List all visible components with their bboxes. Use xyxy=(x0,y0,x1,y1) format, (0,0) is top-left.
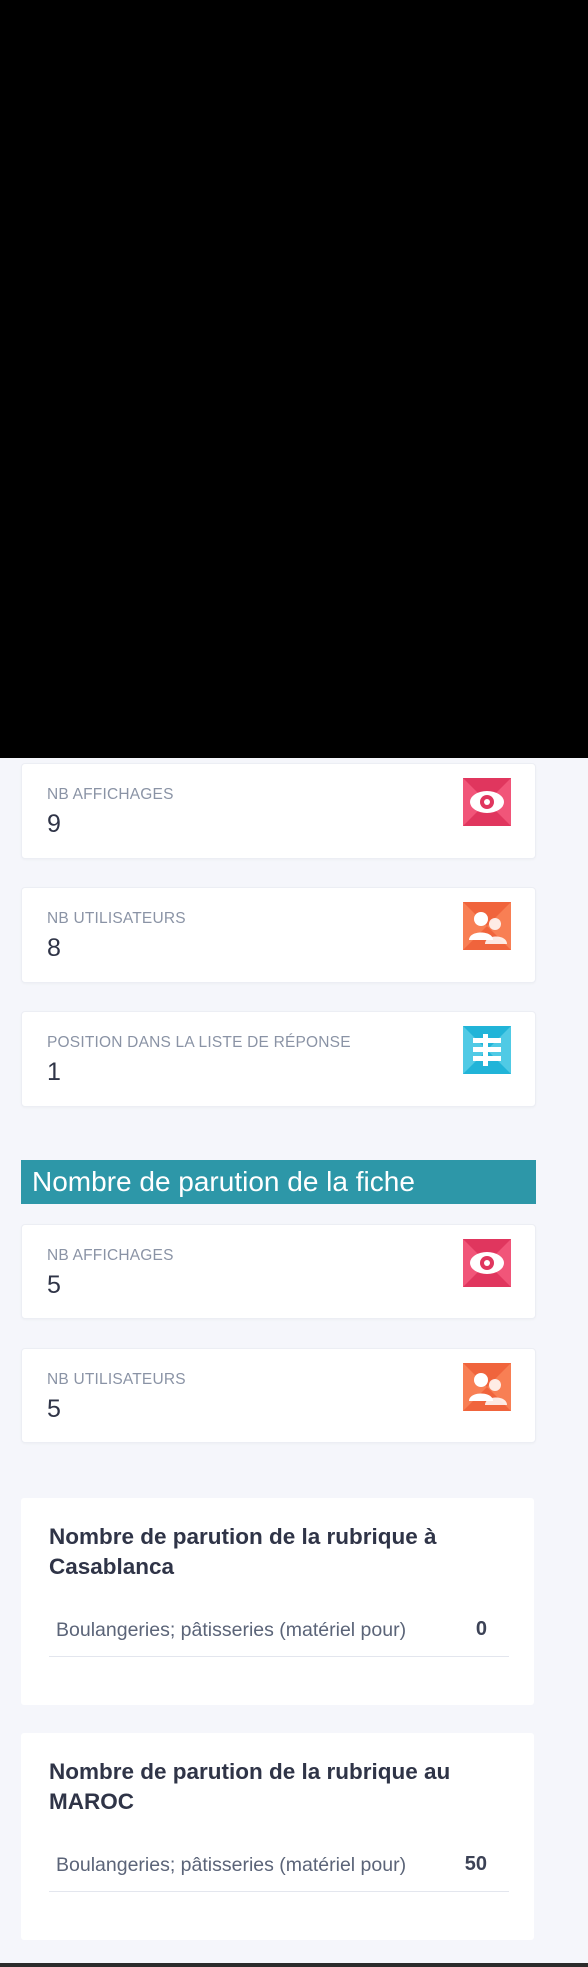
rubrique-city-card: Nombre de parution de la rubrique à Casa… xyxy=(21,1498,534,1705)
rubrique-name: Boulangeries; pâtisseries (matériel pour… xyxy=(56,1854,407,1876)
stat-label: NB AFFICHAGES xyxy=(47,1247,174,1264)
rubrique-count: 0 xyxy=(475,1618,487,1640)
rubrique-country-title: Nombre de parution de la rubrique au MAR… xyxy=(49,1759,451,1814)
stat-value: 5 xyxy=(47,1395,61,1423)
stat-label: NB AFFICHAGES xyxy=(47,786,174,803)
rubrique-count: 50 xyxy=(464,1853,487,1875)
users-icon xyxy=(463,902,511,950)
section-title-parution-fiche: Nombre de parution de la fiche xyxy=(21,1160,536,1204)
bottom-edge xyxy=(0,1963,588,1967)
table-row: Boulangeries; pâtisseries (matériel pour… xyxy=(49,1842,509,1892)
stat-label: NB UTILISATEURS xyxy=(47,1371,186,1388)
stat-card-utilisateurs: NB UTILISATEURS 5 xyxy=(21,1348,536,1443)
rubrique-country-card: Nombre de parution de la rubrique au MAR… xyxy=(21,1733,534,1940)
rubrique-name: Boulangeries; pâtisseries (matériel pour… xyxy=(56,1619,407,1641)
stat-card-position: POSITION DANS LA LISTE DE RÉPONSE 1 xyxy=(21,1011,536,1107)
stat-card-affichages: NB AFFICHAGES 5 xyxy=(21,1224,536,1319)
stat-value: 9 xyxy=(47,810,61,838)
stat-value: 8 xyxy=(47,934,61,962)
list-icon xyxy=(463,1026,511,1074)
stat-value: 1 xyxy=(47,1058,61,1086)
stat-value: 5 xyxy=(47,1271,61,1299)
table-row: Boulangeries; pâtisseries (matériel pour… xyxy=(49,1607,509,1657)
stat-card-utilisateurs: NB UTILISATEURS 8 xyxy=(21,887,536,983)
stat-label: NB UTILISATEURS xyxy=(47,910,186,927)
eye-icon xyxy=(463,778,511,826)
stat-label: POSITION DANS LA LISTE DE RÉPONSE xyxy=(47,1034,351,1051)
users-icon xyxy=(463,1363,511,1411)
blank-top-area xyxy=(0,0,588,758)
eye-icon xyxy=(463,1239,511,1287)
rubrique-city-title: Nombre de parution de la rubrique à Casa… xyxy=(49,1524,437,1579)
stat-card-affichages: NB AFFICHAGES 9 xyxy=(21,763,536,859)
